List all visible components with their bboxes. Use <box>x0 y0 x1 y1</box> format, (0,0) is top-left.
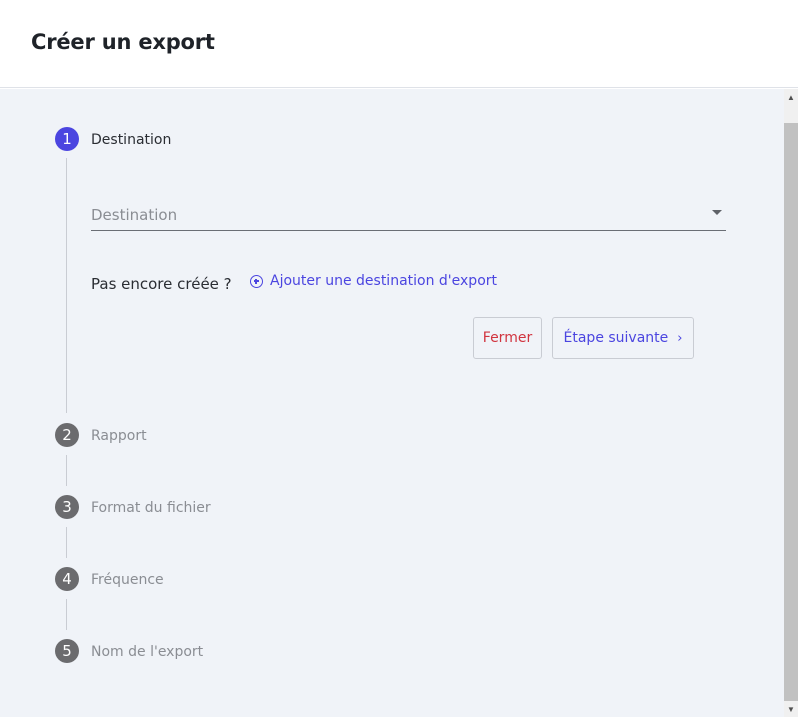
step-4-number: 4 <box>62 570 72 588</box>
dialog-header: Créer un export <box>0 0 798 88</box>
step-1-number: 1 <box>62 130 72 148</box>
step-connector <box>66 455 67 486</box>
vertical-scrollbar[interactable]: ▲ ▼ <box>784 89 798 717</box>
not-created-text: Pas encore créée ? <box>91 275 232 293</box>
scroll-up-icon[interactable]: ▲ <box>784 89 798 105</box>
step-2-label[interactable]: Rapport <box>91 428 147 444</box>
dialog-title: Créer un export <box>31 30 215 54</box>
next-step-button-label: Étape suivante <box>563 330 669 346</box>
step-1-indicator: 1 <box>55 127 79 151</box>
destination-select[interactable]: Destination <box>91 200 726 231</box>
add-circle-icon <box>250 274 263 288</box>
step-3-number: 3 <box>62 498 72 516</box>
step-connector <box>66 158 67 413</box>
step-5-label[interactable]: Nom de l'export <box>91 644 203 660</box>
scroll-down-icon[interactable]: ▼ <box>784 701 798 717</box>
dialog-body: 1 Destination Destination Pas encore cré… <box>0 89 784 717</box>
step-3-label[interactable]: Format du fichier <box>91 500 211 516</box>
step-5-indicator[interactable]: 5 <box>55 639 79 663</box>
step-4-label[interactable]: Fréquence <box>91 572 164 588</box>
add-destination-link[interactable]: Ajouter une destination d'export <box>250 273 497 289</box>
scrollbar-thumb[interactable] <box>784 123 798 701</box>
step-1-label: Destination <box>91 132 172 148</box>
close-button[interactable]: Fermer <box>473 317 542 359</box>
close-button-label: Fermer <box>482 330 533 346</box>
step-connector <box>66 599 67 630</box>
destination-select-placeholder: Destination <box>91 206 178 224</box>
step-5-number: 5 <box>62 642 72 660</box>
next-step-button[interactable]: Étape suivante › <box>552 317 694 359</box>
step-connector <box>66 527 67 558</box>
chevron-down-icon <box>712 210 722 215</box>
step-3-indicator[interactable]: 3 <box>55 495 79 519</box>
step-4-indicator[interactable]: 4 <box>55 567 79 591</box>
step-2-indicator[interactable]: 2 <box>55 423 79 447</box>
step-2-number: 2 <box>62 426 72 444</box>
add-destination-label: Ajouter une destination d'export <box>270 273 498 289</box>
chevron-right-icon: › <box>677 330 683 346</box>
